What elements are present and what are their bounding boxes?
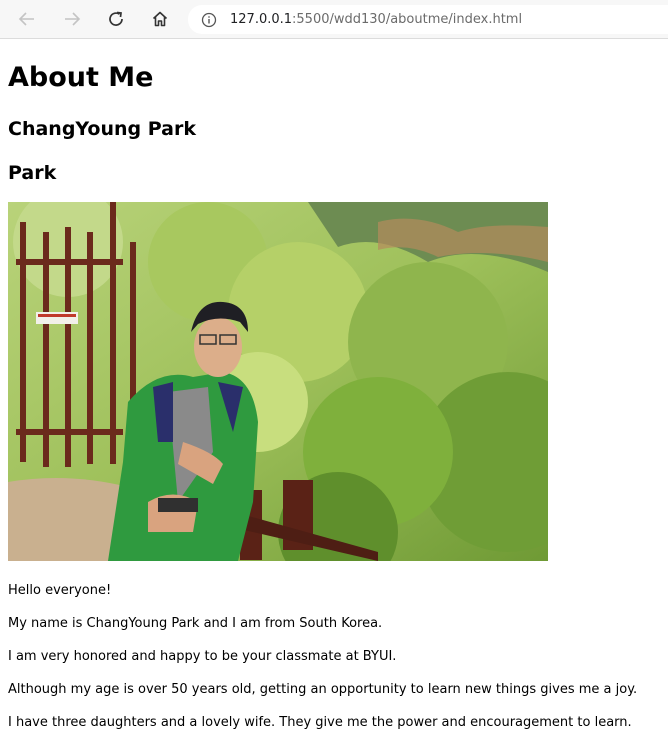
reload-button[interactable] <box>99 2 133 36</box>
forward-arrow-icon <box>65 12 81 26</box>
intro-paragraph-5: I have three daughters and a lovely wife… <box>8 715 632 730</box>
home-icon <box>152 11 168 27</box>
page-title: About Me <box>8 62 154 93</box>
author-name: ChangYoung Park <box>8 118 196 140</box>
reload-icon <box>109 11 123 26</box>
browser-toolbar: 127.0.0.1:5500/wdd130/aboutme/index.html <box>0 0 668 39</box>
intro-paragraph-2: My name is ChangYoung Park and I am from… <box>8 616 383 631</box>
home-button[interactable] <box>143 2 177 36</box>
url-host: 127.0.0.1 <box>230 12 293 27</box>
info-icon[interactable] <box>200 11 218 29</box>
page-content: About Me ChangYoung Park Park Hello ever… <box>0 61 668 731</box>
intro-paragraph-1: Hello everyone! <box>8 583 112 598</box>
profile-photo <box>8 202 548 561</box>
back-button[interactable] <box>10 2 44 36</box>
url-path: :5500/wdd130/aboutme/index.html <box>292 12 523 27</box>
intro-paragraph-4: Although my age is over 50 years old, ge… <box>8 682 638 697</box>
author-surname: Park <box>8 162 57 184</box>
back-arrow-icon <box>18 12 34 26</box>
url-text[interactable]: 127.0.0.1:5500/wdd130/aboutme/index.html <box>230 12 522 27</box>
forward-button[interactable] <box>55 2 89 36</box>
address-bar[interactable]: 127.0.0.1:5500/wdd130/aboutme/index.html <box>188 5 668 34</box>
intro-paragraph-3: I am very honored and happy to be your c… <box>8 649 397 664</box>
